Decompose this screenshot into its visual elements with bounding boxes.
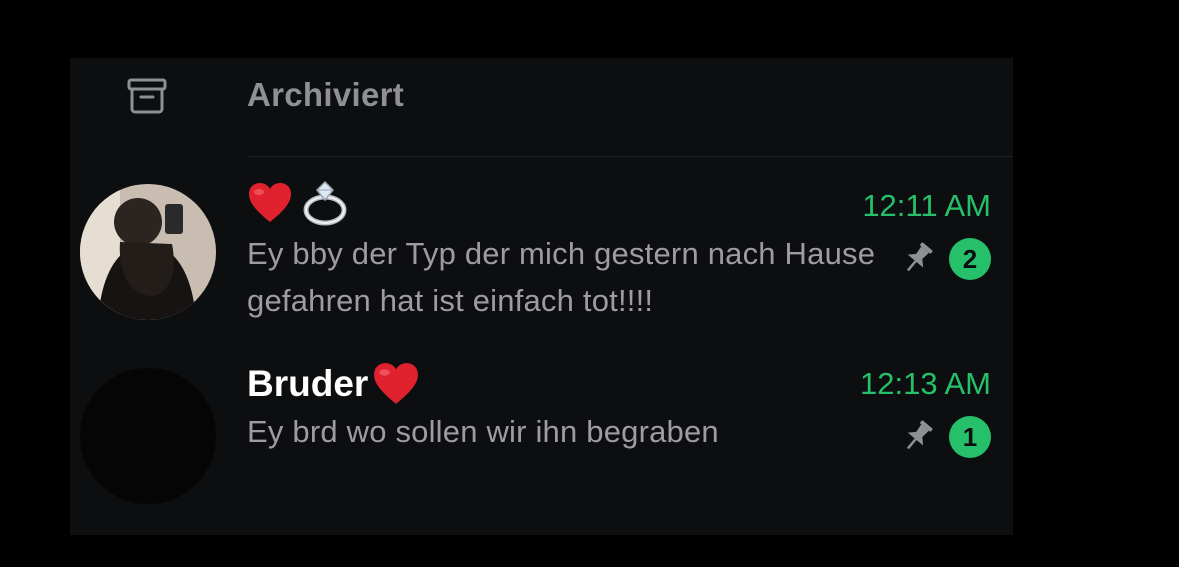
ring-icon <box>301 180 349 226</box>
unread-badge: 2 <box>949 238 991 280</box>
chat-name <box>247 180 349 226</box>
chat-row[interactable]: Bruder 12:13 AM Ey brd wo sollen wir ihn… <box>70 363 1013 518</box>
avatar[interactable] <box>80 184 216 320</box>
unread-badge: 1 <box>949 416 991 458</box>
chat-preview: Ey bby der Typ der mich gestern nach Hau… <box>247 236 876 318</box>
chat-row[interactable]: 12:11 AM Ey bby der Typ der mich gestern… <box>70 178 1013 338</box>
pin-icon <box>906 420 933 450</box>
heart-icon <box>372 362 420 406</box>
chat-preview: Ey brd wo sollen wir ihn begraben <box>247 414 719 449</box>
chat-time: 12:11 AM <box>862 188 991 223</box>
chat-name-text: Bruder <box>247 363 369 404</box>
chat-time: 12:13 AM <box>860 366 991 401</box>
pin-icon <box>906 242 933 272</box>
chat-list: Archiviert 12:11 AM Ey bby der Typ der m… <box>70 58 1013 535</box>
avatar[interactable] <box>80 368 216 504</box>
chat-name: Bruder <box>247 362 420 406</box>
divider <box>247 156 1013 157</box>
archived-label: Archiviert <box>247 76 405 113</box>
archived-row[interactable]: Archiviert <box>70 58 1013 158</box>
avatar-photo <box>80 184 216 320</box>
heart-icon <box>247 182 293 224</box>
archive-box-icon <box>127 78 167 114</box>
